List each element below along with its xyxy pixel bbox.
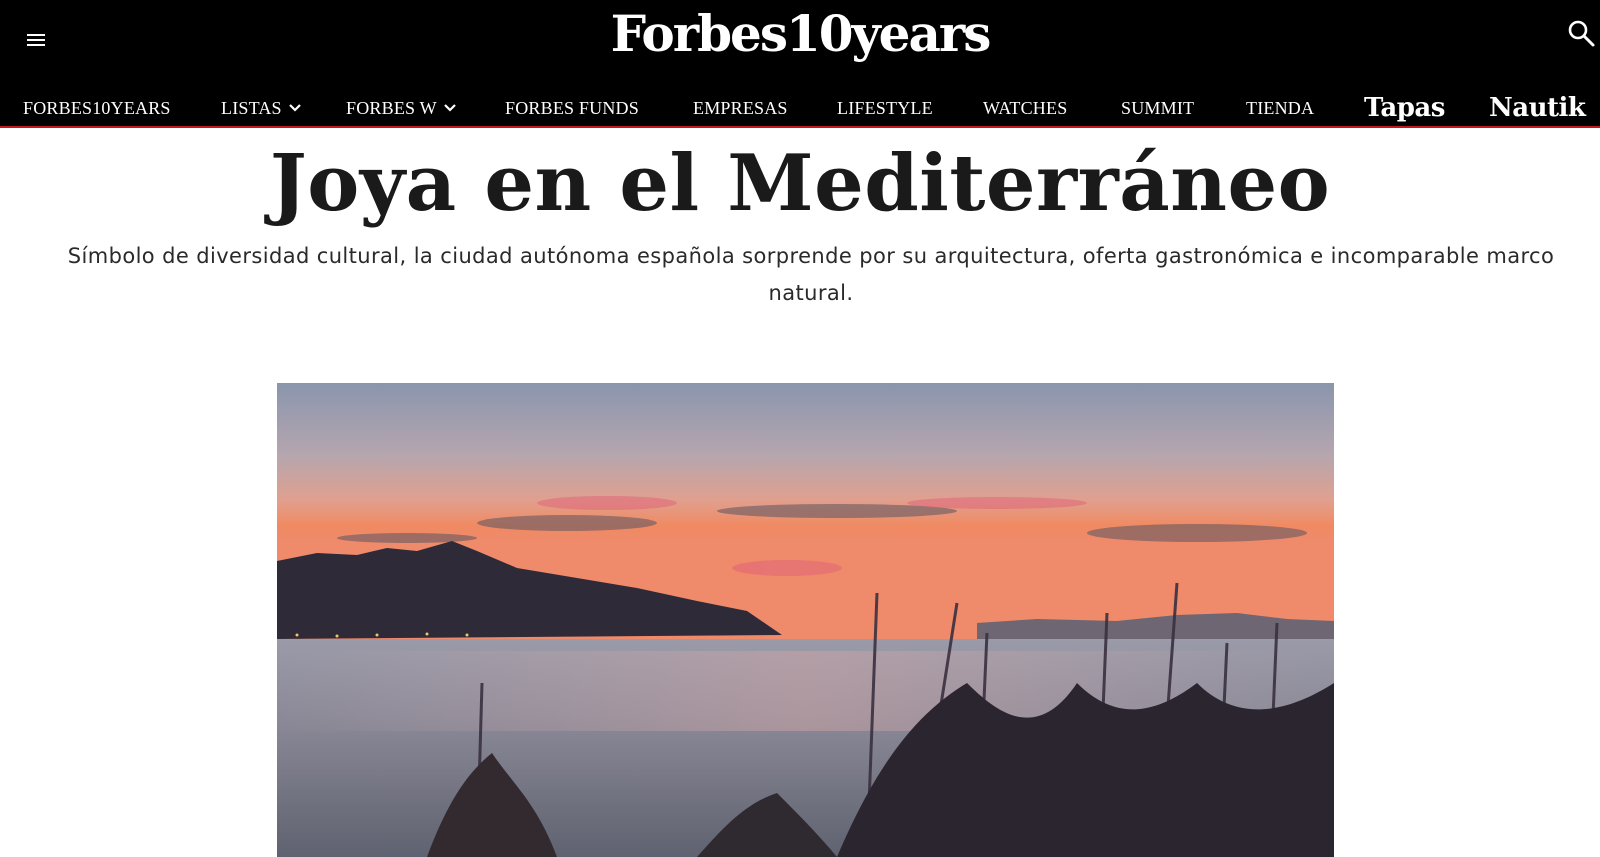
nav-item-watches[interactable]: WATCHES	[983, 90, 1067, 126]
nav-item-lifestyle[interactable]: LIFESTYLE	[837, 90, 933, 126]
nav-item-label: FORBES FUNDS	[505, 98, 639, 118]
site-logo[interactable]: Forbes10years	[0, 2, 1600, 66]
main-navigation: FORBES10YEARS LISTAS FORBES W FORBES FUN…	[0, 90, 1600, 126]
nav-item-listas[interactable]: LISTAS	[221, 90, 302, 126]
hero-image	[277, 383, 1334, 857]
nav-item-nautik[interactable]: Nautik	[1489, 90, 1586, 126]
nav-item-tienda[interactable]: TIENDA	[1246, 90, 1314, 126]
nav-item-label: SUMMIT	[1121, 98, 1195, 118]
nav-item-forbes-w[interactable]: FORBES W	[346, 90, 457, 126]
site-header: Forbes10years FORBES10YEARS LISTAS FORBE…	[0, 0, 1600, 128]
nav-item-label: EMPRESAS	[693, 98, 788, 118]
nav-item-label: TIENDA	[1246, 98, 1315, 118]
article-subtitle: Símbolo de diversidad cultural, la ciuda…	[67, 244, 1555, 305]
article-title: Joya en el Mediterráneo	[269, 138, 1331, 229]
chevron-down-icon	[288, 104, 301, 112]
nav-item-summit[interactable]: SUMMIT	[1121, 90, 1194, 126]
nav-item-label: WATCHES	[983, 98, 1068, 118]
nav-item-forbes-funds[interactable]: FORBES FUNDS	[505, 90, 639, 126]
nav-item-label: LIFESTYLE	[837, 98, 933, 118]
nav-item-empresas[interactable]: EMPRESAS	[693, 90, 788, 126]
nav-item-forbes10years[interactable]: FORBES10YEARS	[23, 90, 171, 126]
nav-item-label: Tapas	[1364, 93, 1445, 123]
nav-item-label: FORBES10YEARS	[23, 98, 171, 118]
search-icon[interactable]	[1566, 18, 1598, 50]
nav-item-tapas[interactable]: Tapas	[1364, 90, 1445, 126]
nav-item-label: LISTAS	[221, 98, 282, 118]
chevron-down-icon	[444, 104, 456, 112]
nav-item-label: FORBES W	[346, 98, 437, 118]
nav-item-label: Nautik	[1489, 93, 1586, 123]
